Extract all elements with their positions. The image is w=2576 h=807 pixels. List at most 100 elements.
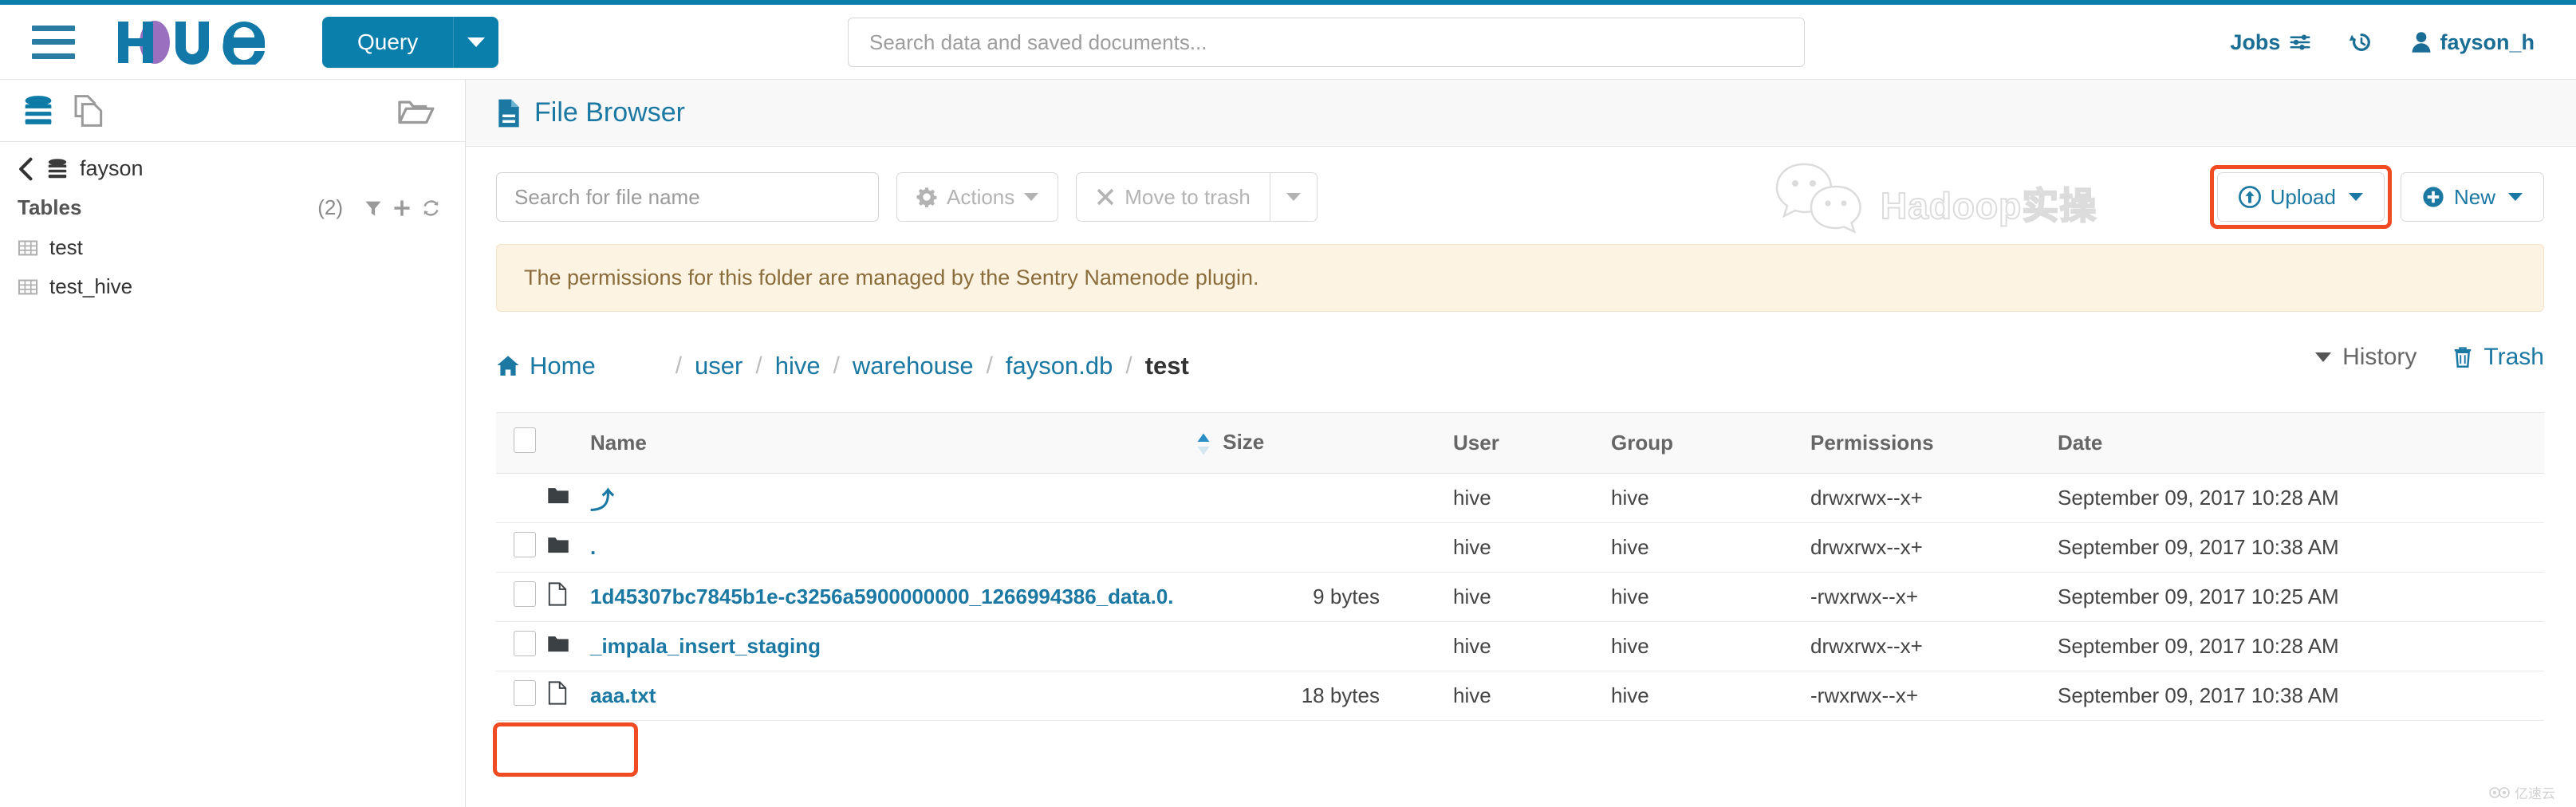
caret-down-icon [467,37,485,47]
file-name-link[interactable]: 1d45307bc7845b1e-c3256a5900000000_126699… [590,585,1174,608]
left-assist-panel: fayson Tables (2) [0,80,466,807]
jobs-link[interactable]: Jobs [2230,30,2312,55]
file-table-body: ⤴ hive hive drwxrwx--x+ September 09, 20… [496,474,2544,721]
move-to-trash-dropdown-toggle[interactable] [1270,172,1318,222]
date-header[interactable]: Date [2058,413,2544,474]
page-header: File Browser [466,80,2576,147]
folder-icon [547,486,569,505]
file-name-link[interactable]: . [590,535,596,559]
trash-link[interactable]: Trash [2452,344,2544,371]
row-date-cell: September 09, 2017 10:38 AM [2058,523,2544,573]
permissions-header[interactable]: Permissions [1810,413,2058,474]
hamburger-menu-icon[interactable] [32,26,75,59]
plus-icon[interactable] [392,199,412,218]
table-row[interactable]: _impala_insert_staging hive hive drwxrwx… [496,622,2544,671]
breadcrumb-separator: / [975,352,1004,380]
file-icon [547,681,568,705]
file-search-input[interactable] [496,172,879,222]
hue-logo[interactable] [112,20,279,65]
user-icon [2411,31,2432,53]
filter-icon[interactable] [364,199,383,218]
breadcrumb-item-hive[interactable]: hive [774,352,822,380]
row-checkbox[interactable] [514,532,536,557]
open-folder-icon[interactable] [396,95,435,127]
breadcrumb: Home / user / hive / warehouse / fayson.… [496,341,2544,392]
user-header[interactable]: User [1436,413,1611,474]
size-header-label: Size [1223,430,1264,454]
main-content: File Browser Actions Move to trash [466,80,2576,807]
row-icon-cell [547,474,590,523]
row-name-cell[interactable]: ⤴ [590,474,1196,523]
select-all-checkbox[interactable] [514,427,536,453]
row-size-cell [1196,474,1436,523]
new-label: New [2454,185,2495,210]
upload-button[interactable]: Upload [2217,172,2385,222]
breadcrumb-home[interactable]: Home [496,352,596,380]
table-row[interactable]: 1d45307bc7845b1e-c3256a5900000000_126699… [496,573,2544,622]
name-header[interactable]: Name [590,413,1196,474]
row-name-cell[interactable]: 1d45307bc7845b1e-c3256a5900000000_126699… [590,573,1196,622]
sort-ascending-icon [1196,432,1211,456]
file-icon [547,582,568,606]
upload-label: Upload [2271,185,2336,210]
size-header[interactable]: Size [1196,413,1436,474]
new-button[interactable]: New [2401,172,2544,222]
breadcrumb-separator: / [1114,352,1143,380]
breadcrumb-item-user[interactable]: user [693,352,744,380]
breadcrumb-separator: / [744,352,773,380]
username-label: fayson_h [2440,30,2535,55]
row-name-cell[interactable]: . [590,523,1196,573]
row-name-cell[interactable]: aaa.txt [590,671,1196,721]
alert-message: The permissions for this folder are mana… [524,266,1259,289]
row-user-cell: hive [1436,523,1611,573]
row-name-cell[interactable]: _impala_insert_staging [590,622,1196,671]
toolbar-right-actions: Upload New [2217,172,2544,222]
history-button[interactable] [2349,30,2374,55]
row-checkbox[interactable] [514,680,536,706]
refresh-icon[interactable] [421,199,441,218]
group-header[interactable]: Group [1611,413,1810,474]
query-button-group[interactable]: Query [322,17,498,68]
row-size-cell [1196,523,1436,573]
actions-button[interactable]: Actions [896,172,1058,222]
assist-breadcrumb-database[interactable]: fayson [0,142,465,187]
parent-directory-link[interactable]: ⤴ [590,488,614,514]
breadcrumb-item-warehouse[interactable]: warehouse [851,352,975,380]
row-permissions-cell: drwxrwx--x+ [1810,474,2058,523]
page-title-label: File Browser [534,97,685,128]
documents-icon[interactable] [72,93,104,128]
query-dropdown-toggle[interactable] [454,17,498,68]
chevron-left-icon[interactable] [18,157,35,181]
table-grid-icon [18,277,38,297]
move-to-trash-button[interactable]: Move to trash [1076,172,1270,222]
user-menu[interactable]: fayson_h [2411,30,2535,55]
row-icon-cell [547,622,590,671]
row-checkbox-cell [496,671,547,721]
query-button[interactable]: Query [322,17,454,68]
history-dropdown[interactable]: History [2315,344,2416,371]
move-to-trash-group[interactable]: Move to trash [1076,172,1318,222]
hamburger-bar [32,39,75,45]
row-icon-cell [547,523,590,573]
caret-down-icon [2315,352,2331,362]
assist-table-label: test [49,235,83,260]
file-name-link[interactable]: _impala_insert_staging [590,634,821,658]
row-group-cell: hive [1611,523,1810,573]
navbar-right-actions: Jobs fays [2230,5,2535,80]
table-row[interactable]: . hive hive drwxrwx--x+ September 09, 20… [496,523,2544,573]
assist-table-item[interactable]: test_hive [0,267,465,306]
table-row[interactable]: ⤴ hive hive drwxrwx--x+ September 09, 20… [496,474,2544,523]
history-label: History [2342,344,2416,371]
table-row[interactable]: aaa.txt 18 bytes hive hive -rwxrwx--x+ S… [496,671,2544,721]
row-group-cell: hive [1611,474,1810,523]
global-search-input[interactable] [848,18,1805,67]
file-name-link[interactable]: aaa.txt [590,683,656,707]
database-icon [46,157,69,181]
database-icon[interactable] [22,93,54,128]
row-checkbox[interactable] [514,581,536,607]
row-checkbox[interactable] [514,631,536,656]
assist-table-item[interactable]: test [0,228,465,267]
yisuyun-watermark-text: 亿速云 [2515,782,2555,802]
breadcrumb-item-faysondb[interactable]: fayson.db [1004,352,1114,380]
row-permissions-cell: -rwxrwx--x+ [1810,671,2058,721]
